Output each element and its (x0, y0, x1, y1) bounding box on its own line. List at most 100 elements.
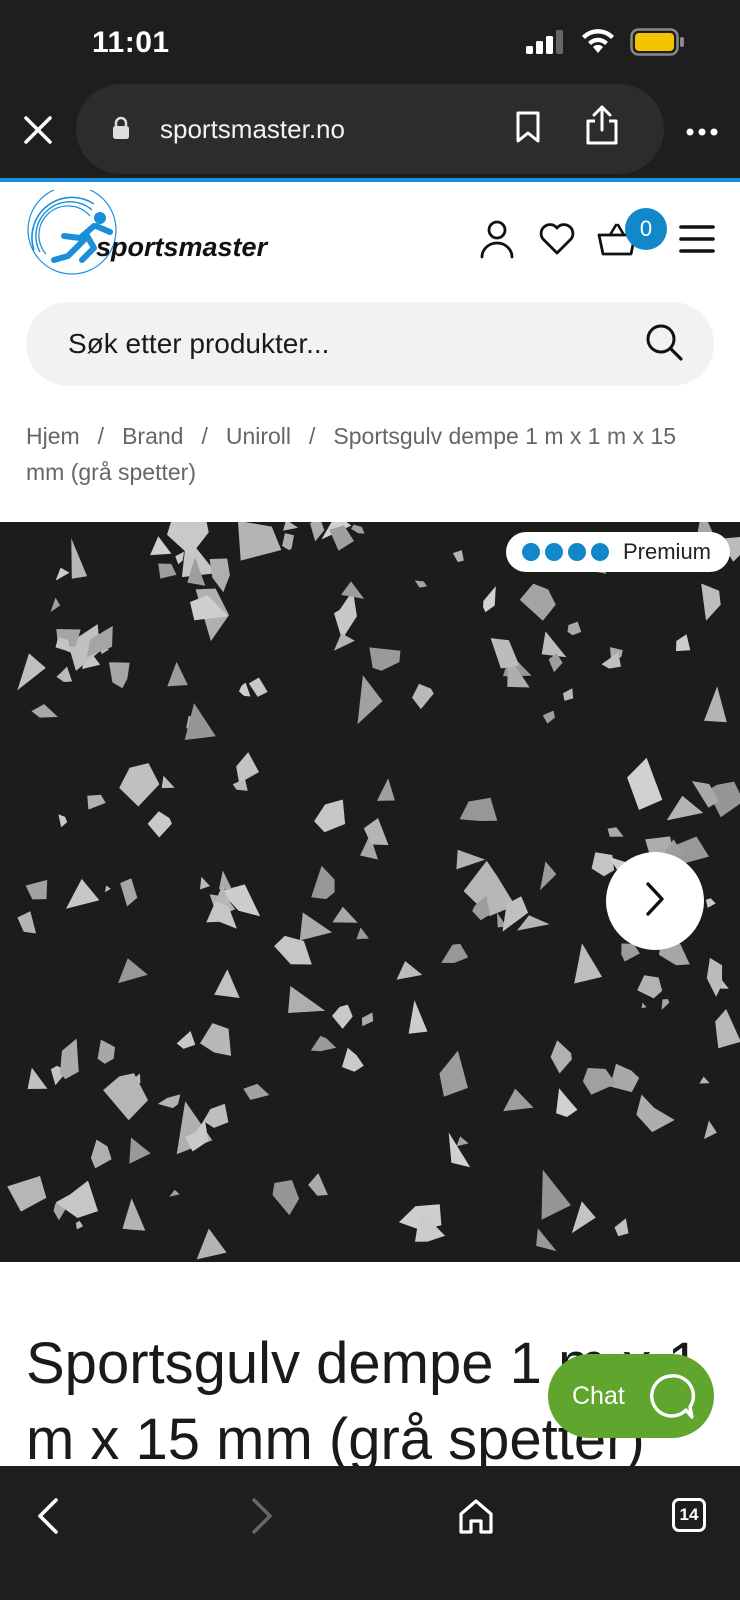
speckle (550, 1040, 572, 1074)
speckle (203, 1103, 229, 1128)
wishlist-heart-icon[interactable] (536, 218, 578, 260)
breadcrumb-separator: / (97, 423, 105, 449)
browser-toolbar: sportsmaster.no (0, 82, 740, 178)
chat-label: Chat (572, 1381, 625, 1410)
speckle (356, 927, 369, 940)
speckle (556, 1088, 578, 1117)
premium-dot (568, 543, 586, 561)
speckle (704, 1120, 717, 1140)
speckle (50, 597, 61, 613)
back-arrow-icon[interactable] (20, 1488, 76, 1544)
speckle (517, 915, 550, 931)
speckle (169, 1189, 180, 1197)
browser-bottom-toolbar: 14 (0, 1466, 740, 1600)
speckle (706, 957, 723, 997)
speckle (614, 1218, 629, 1237)
speckle (104, 885, 111, 893)
speckle (161, 775, 175, 789)
speckle (176, 1031, 196, 1049)
speckle (25, 879, 48, 900)
speckle (118, 958, 148, 984)
speckle (167, 661, 188, 687)
speckle (607, 827, 624, 837)
speckle (27, 1067, 48, 1089)
speckle (120, 878, 138, 907)
breadcrumb-uniroll[interactable]: Uniroll (226, 423, 291, 449)
speckle (90, 1139, 112, 1169)
speckle (200, 876, 210, 890)
status-icons (526, 27, 686, 60)
speckle (329, 525, 354, 551)
forward-arrow-icon[interactable] (234, 1488, 290, 1544)
speckle (283, 522, 299, 531)
speckle (412, 683, 434, 710)
premium-dot (591, 543, 609, 561)
speckle (236, 752, 259, 784)
speckle (490, 638, 520, 669)
search-box[interactable]: Søk etter produkter... (26, 302, 714, 386)
speckle (7, 1176, 47, 1212)
speckle (66, 878, 100, 909)
next-image-button[interactable] (606, 852, 704, 950)
speckle (456, 849, 486, 870)
breadcrumb-brand[interactable]: Brand (122, 423, 183, 449)
speckle (705, 898, 716, 908)
sportsmaster-logo[interactable]: sportsmaster (24, 185, 304, 278)
speckle (452, 550, 464, 563)
speckle (200, 1023, 232, 1056)
speckle (341, 581, 365, 599)
speckle (237, 522, 282, 561)
address-bar[interactable]: sportsmaster.no (76, 84, 664, 174)
speckle (310, 1035, 337, 1052)
cart-count-badge: 0 (625, 208, 667, 250)
chevron-right-icon (643, 881, 667, 922)
speckle (540, 861, 557, 891)
speckle (248, 677, 268, 697)
speckle (214, 969, 240, 998)
logo-wordmark: sportsmaster (96, 232, 269, 262)
tabs-button[interactable]: 14 (664, 1488, 720, 1544)
speckle (571, 1201, 596, 1234)
speckle (503, 1088, 534, 1112)
speckle (219, 870, 232, 890)
close-icon[interactable] (22, 114, 54, 146)
speckle (332, 906, 358, 923)
speckle (637, 975, 663, 999)
search-icon[interactable] (644, 322, 688, 366)
menu-hamburger-icon[interactable] (676, 218, 718, 260)
speckle (661, 999, 670, 1010)
premium-level-dots (522, 543, 609, 561)
speckle (308, 1173, 328, 1196)
speckle (369, 647, 401, 671)
speckle (55, 567, 70, 581)
cellular-signal-icon (526, 29, 566, 59)
wifi-icon (580, 28, 616, 60)
speckle (408, 1000, 428, 1034)
breadcrumb-separator: / (309, 423, 316, 449)
speckle (591, 852, 615, 877)
url-text: sportsmaster.no (160, 114, 345, 144)
speckle (56, 666, 73, 682)
speckle (636, 1094, 675, 1133)
more-icon[interactable] (686, 124, 718, 142)
speckle (699, 1076, 710, 1084)
speckle (448, 1132, 471, 1168)
speckle (541, 631, 567, 658)
search-input[interactable]: Søk etter produkter... (68, 328, 329, 360)
speckle (288, 986, 326, 1013)
speckle (541, 1169, 571, 1220)
breadcrumb: Hjem / Brand / Uniroll / Sportsgulv dempe 1 m … (26, 418, 716, 490)
breadcrumb-separator: / (201, 423, 208, 449)
speckle (574, 943, 603, 984)
speckle (701, 583, 721, 621)
chat-button[interactable]: Chat (548, 1354, 714, 1438)
home-icon[interactable] (448, 1488, 504, 1544)
breadcrumb-home[interactable]: Hjem (26, 423, 80, 449)
speckle (483, 586, 496, 613)
account-icon[interactable] (476, 218, 518, 260)
speckle (243, 1083, 270, 1100)
share-icon[interactable] (584, 104, 620, 151)
bookmark-icon[interactable] (514, 110, 542, 149)
speckle (272, 1180, 300, 1216)
speckle (542, 710, 555, 724)
